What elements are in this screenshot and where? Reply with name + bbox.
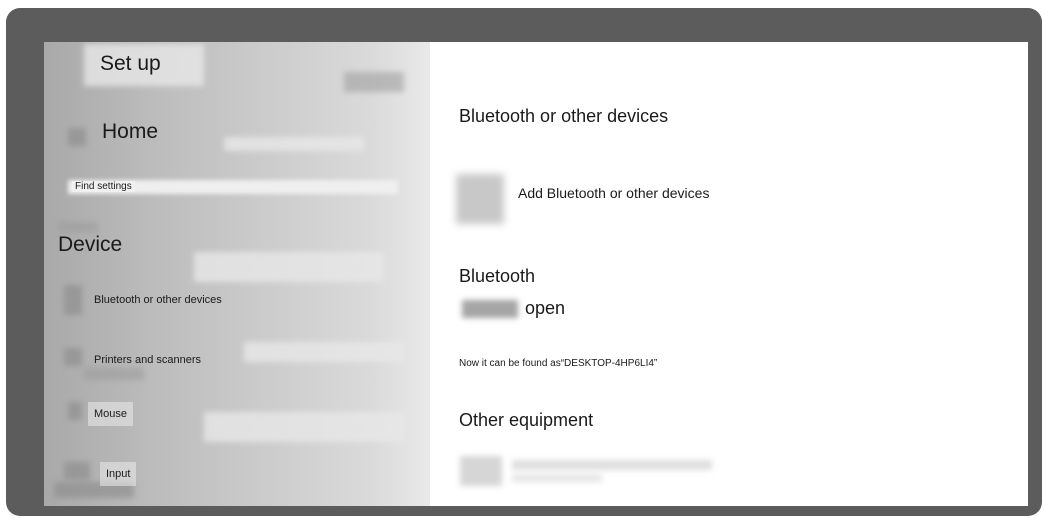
bluetooth-icon [64,285,82,315]
other-devices-heading: Other equipment [459,410,594,430]
sidebar-blur [244,342,404,362]
main-content: Bluetooth or other devices Add Bluetooth… [430,42,1028,506]
page-title: Bluetooth or other devices [459,106,669,126]
sidebar-item-home[interactable]: Home [100,120,160,144]
sidebar-item-label: Bluetooth or other devices [94,294,222,306]
search-input[interactable]: Find settings [68,176,398,200]
sidebar-item-label: Input [106,468,131,480]
sidebar-blur [194,252,384,282]
sidebar-item-label: Mouse [94,408,128,420]
sidebar-blur [58,222,98,232]
sidebar-title: Set up [100,52,161,75]
sidebar-blur [204,412,404,442]
bluetooth-heading: Bluetooth [459,266,536,286]
sidebar-blur [224,137,364,151]
other-device-item[interactable] [460,454,740,490]
toggle-state-label: open [525,298,566,318]
sidebar-section-device: Device [58,233,123,256]
sidebar-blur [344,72,404,92]
home-icon [68,128,86,146]
sidebar: Set up Home Find settings Device Bluetoo… [44,42,430,506]
printer-icon [64,348,82,366]
sidebar-item-label: Printers and scanners [94,354,201,366]
sidebar-item-printers[interactable]: Printers and scanners [88,348,207,372]
device-name-blurred [512,460,712,470]
sidebar-item-input[interactable]: Input [100,462,137,486]
device-frame: Set up Home Find settings Device Bluetoo… [6,8,1042,516]
add-device-label: Add Bluetooth or other devices [518,185,710,201]
add-device-button[interactable]: Add Bluetooth or other devices [456,174,776,226]
add-device-icon [456,174,504,224]
search-placeholder: Find settings [72,181,135,192]
device-status-blurred [512,474,602,482]
sidebar-item-mouse[interactable]: Mouse [88,402,134,426]
toggle-switch[interactable] [462,300,518,318]
device-icon [460,456,502,486]
discoverable-text: Now it can be found as“DESKTOP-4HP6LI4” [459,358,658,369]
keyboard-icon [64,462,90,480]
sidebar-item-bluetooth[interactable]: Bluetooth or other devices [88,288,228,312]
settings-window: Set up Home Find settings Device Bluetoo… [44,42,1028,506]
mouse-icon [68,402,82,420]
